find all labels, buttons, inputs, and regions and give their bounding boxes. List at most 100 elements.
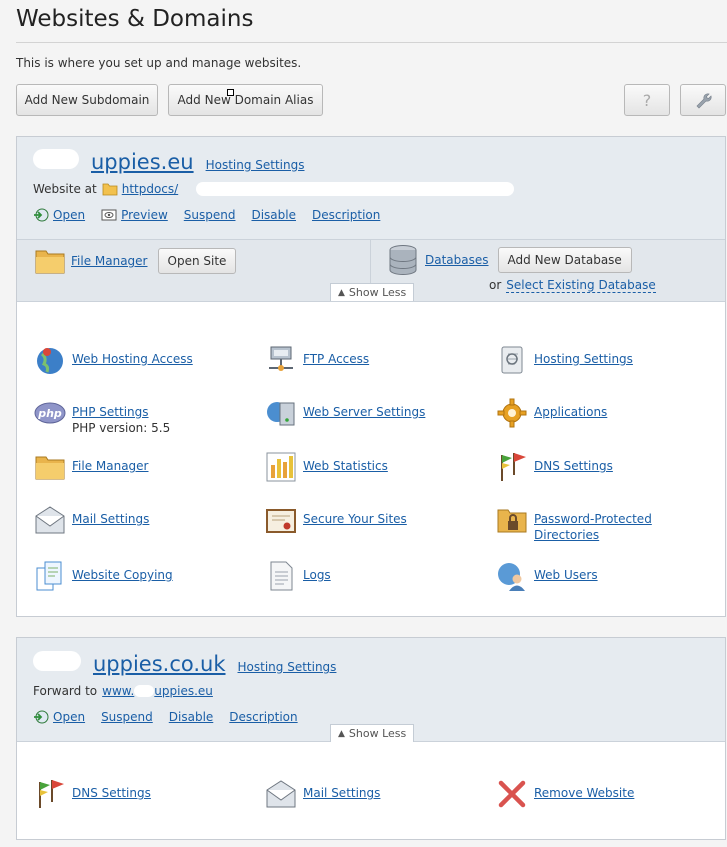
log-document-icon [265, 560, 297, 592]
web-hosting-access-link[interactable]: Web Hosting Access [72, 352, 193, 366]
php-settings-item[interactable]: php PHP Settings PHP version: 5.5 [34, 397, 170, 436]
red-x-icon [496, 778, 528, 810]
add-database-button[interactable]: Add New Database [497, 247, 632, 273]
logs-link[interactable]: Logs [303, 568, 331, 582]
web-users-item[interactable]: Web Users [496, 560, 598, 592]
redacted-area [134, 685, 155, 697]
action-disable-1[interactable]: Disable [251, 208, 296, 222]
action-open-2[interactable]: Open [53, 710, 85, 724]
domain-link-2[interactable]: uppies.co.uk [93, 652, 226, 676]
hosting-settings-link-2[interactable]: Hosting Settings [238, 660, 337, 674]
open-site-button[interactable]: Open Site [157, 248, 237, 274]
mail-settings-link-2[interactable]: Mail Settings [303, 786, 380, 800]
remove-website-item[interactable]: Remove Website [496, 778, 634, 810]
mail-settings-item[interactable]: Mail Settings [34, 504, 149, 536]
forward-target-suffix[interactable]: uppies.eu [154, 684, 213, 698]
or-label: or [489, 278, 502, 292]
forward-target-link[interactable]: www. uppies.eu [102, 684, 213, 698]
envelope-icon [34, 504, 66, 536]
dns-settings-link-2[interactable]: DNS Settings [72, 786, 151, 800]
show-less-toggle-2[interactable]: ▲ Show Less [330, 724, 415, 742]
web-users-link[interactable]: Web Users [534, 568, 598, 582]
action-preview-1[interactable]: Preview [121, 208, 168, 222]
applications-item[interactable]: Applications [496, 397, 607, 429]
folder-icon [34, 451, 66, 483]
logs-item[interactable]: Logs [265, 560, 331, 592]
dns-settings-item[interactable]: DNS Settings [496, 451, 613, 483]
flags-icon [34, 778, 66, 810]
locked-folder-icon [496, 504, 528, 536]
file-manager-link[interactable]: File Manager [72, 459, 149, 473]
website-panel-1: uppies.eu Hosting Settings Website at ht… [16, 136, 726, 617]
cursor-marker [227, 89, 234, 96]
action-suspend-2[interactable]: Suspend [101, 710, 153, 724]
file-manager-folder-icon [35, 248, 65, 274]
web-server-settings-link[interactable]: Web Server Settings [303, 405, 425, 419]
secure-sites-link[interactable]: Secure Your Sites [303, 512, 407, 526]
add-domain-alias-button[interactable]: Add New Domain Alias [168, 84, 323, 116]
web-server-icon [265, 397, 297, 429]
ftp-access-link[interactable]: FTP Access [303, 352, 369, 366]
secure-sites-item[interactable]: Secure Your Sites [265, 504, 407, 536]
svg-text:php: php [37, 407, 62, 420]
dns-settings-link[interactable]: DNS Settings [534, 459, 613, 473]
open-icon [33, 207, 49, 223]
select-database-link[interactable]: Select Existing Database [506, 278, 656, 293]
settings-button[interactable] [680, 84, 726, 116]
hosting-settings-link[interactable]: Hosting Settings [534, 352, 633, 366]
add-database-label: Add New Database [507, 253, 622, 267]
databases-link[interactable]: Databases [425, 253, 489, 267]
php-version-note: PHP version: 5.5 [72, 421, 171, 435]
action-suspend-1[interactable]: Suspend [184, 208, 236, 222]
add-domain-alias-label: Add New Domain Alias [177, 93, 314, 107]
flags-icon [496, 451, 528, 483]
show-less-label-2: Show Less [348, 727, 407, 740]
web-server-settings-item[interactable]: Web Server Settings [265, 397, 425, 429]
action-description-2[interactable]: Description [229, 710, 297, 724]
action-description-1[interactable]: Description [312, 208, 380, 222]
mail-settings-link[interactable]: Mail Settings [72, 512, 149, 526]
mail-settings-item-2[interactable]: Mail Settings [265, 778, 380, 810]
file-manager-link-tools[interactable]: File Manager [71, 254, 148, 268]
page-title: Websites & Domains [16, 6, 254, 32]
website-copying-link[interactable]: Website Copying [72, 568, 173, 582]
show-less-label-1: Show Less [348, 286, 407, 299]
redacted-area [33, 149, 79, 169]
web-statistics-link[interactable]: Web Statistics [303, 459, 388, 473]
chevron-up-icon: ▲ [338, 728, 345, 739]
scroll-settings-icon [496, 344, 528, 376]
add-subdomain-button[interactable]: Add New Subdomain [16, 84, 158, 116]
show-less-toggle-1[interactable]: ▲ Show Less [330, 283, 415, 301]
website-panel-2: uppies.co.uk Hosting Settings Forward to… [16, 637, 726, 840]
action-open-1[interactable]: Open [53, 208, 85, 222]
web-hosting-access-item[interactable]: Web Hosting Access [34, 344, 193, 376]
wrench-icon [694, 91, 712, 109]
open-icon [33, 709, 49, 725]
password-protected-link[interactable]: Password-Protected Directories [534, 512, 652, 542]
help-label: ? [642, 90, 652, 110]
php-icon: php [34, 397, 66, 429]
password-protected-item[interactable]: Password-Protected Directories [496, 504, 674, 543]
ftp-network-icon [265, 344, 297, 376]
chevron-up-icon: ▲ [338, 287, 345, 298]
ftp-access-item[interactable]: FTP Access [265, 344, 369, 376]
forward-target-prefix[interactable]: www. [102, 684, 134, 698]
hosting-settings-item[interactable]: Hosting Settings [496, 344, 633, 376]
dns-settings-item-2[interactable]: DNS Settings [34, 778, 151, 810]
web-statistics-item[interactable]: Web Statistics [265, 451, 388, 483]
redacted-area [196, 182, 515, 196]
file-manager-item[interactable]: File Manager [34, 451, 149, 483]
docroot-link[interactable]: httpdocs/ [122, 182, 178, 196]
action-disable-2[interactable]: Disable [169, 710, 214, 724]
domain-link-1[interactable]: uppies.eu [91, 150, 194, 174]
globe-person-icon [496, 560, 528, 592]
add-subdomain-label: Add New Subdomain [24, 93, 150, 107]
remove-website-link[interactable]: Remove Website [534, 786, 634, 800]
folder-small-icon [102, 182, 118, 196]
applications-link[interactable]: Applications [534, 405, 607, 419]
php-settings-link[interactable]: PHP Settings [72, 405, 149, 419]
help-button[interactable]: ? [624, 84, 670, 116]
hosting-settings-link-1[interactable]: Hosting Settings [206, 158, 305, 172]
preview-icon [101, 208, 117, 222]
website-copying-item[interactable]: Website Copying [34, 560, 173, 592]
